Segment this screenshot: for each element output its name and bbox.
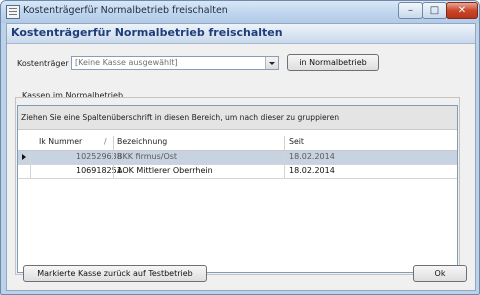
table-row[interactable]: 106918251 AOK Mittlerer Oberrhein 18.02.… xyxy=(18,165,457,179)
row-indicator xyxy=(18,165,31,178)
close-button[interactable]: ✕ xyxy=(446,2,478,19)
cell-divider xyxy=(284,151,285,164)
cell-ik: 102529638 xyxy=(76,152,122,161)
maximize-icon: □ xyxy=(429,5,440,16)
minimize-button[interactable]: – xyxy=(398,2,423,19)
window: Kostenträgerfür Normalbetrieb freischalt… xyxy=(0,0,480,295)
column-header-bezeichnung[interactable]: Bezeichnung xyxy=(117,137,167,146)
back-to-test-button[interactable]: Markierte Kasse zurück auf Testbetrieb xyxy=(23,265,207,282)
cell-divider xyxy=(284,165,285,178)
dialog-header-title: Kostenträgerfür Normalbetrieb freischalt… xyxy=(11,26,283,39)
table-row[interactable]: 102529638 BKK firmus/Ost 18.02.2014 xyxy=(18,151,457,165)
cell-divider xyxy=(113,151,114,164)
in-normalbetrieb-button[interactable]: in Normalbetrieb xyxy=(287,54,379,71)
maximize-button[interactable]: □ xyxy=(422,2,447,19)
app-icon xyxy=(6,5,20,19)
column-header-row: Ik Nummer / Bezeichnung Seit xyxy=(18,136,457,151)
minimize-icon: – xyxy=(408,5,413,16)
kostentraeger-combobox[interactable]: [Keine Kasse ausgewählt] xyxy=(71,56,279,70)
column-header-ik[interactable]: Ik Nummer xyxy=(39,137,82,146)
chevron-down-icon[interactable] xyxy=(265,57,278,69)
cell-seit: 18.02.2014 xyxy=(289,152,335,161)
cell-bezeichnung: BKK firmus/Ost xyxy=(117,152,178,161)
ok-button[interactable]: Ok xyxy=(413,265,467,282)
column-header-seit[interactable]: Seit xyxy=(289,137,304,146)
kostentraeger-label: Kostenträger xyxy=(17,59,69,68)
dialog-header: Kostenträgerfür Normalbetrieb freischalt… xyxy=(7,24,475,44)
row-indicator xyxy=(18,151,31,164)
cell-divider xyxy=(113,165,114,178)
column-divider[interactable] xyxy=(113,136,114,150)
column-sort-indicator[interactable]: / xyxy=(104,137,107,146)
group-by-hint: Ziehen Sie eine Spaltenüberschrift in di… xyxy=(21,113,340,122)
title-bar[interactable]: Kostenträgerfür Normalbetrieb freischalt… xyxy=(1,1,479,23)
dialog-body: Kostenträgerfür Normalbetrieb freischalt… xyxy=(6,23,476,291)
group-by-area[interactable]: Ziehen Sie eine Spaltenüberschrift in di… xyxy=(18,106,457,130)
cell-bezeichnung: AOK Mittlerer Oberrhein xyxy=(117,166,213,175)
kassen-grid: Ziehen Sie eine Spaltenüberschrift in di… xyxy=(17,105,458,273)
cell-ik: 106918251 xyxy=(76,166,122,175)
column-divider[interactable] xyxy=(284,136,285,150)
combo-value: [Keine Kasse ausgewählt] xyxy=(75,58,178,67)
cell-seit: 18.02.2014 xyxy=(289,166,335,175)
kassen-groupbox: Ziehen Sie eine Spaltenüberschrift in di… xyxy=(15,97,460,275)
current-row-arrow-icon xyxy=(22,154,26,160)
window-title: Kostenträgerfür Normalbetrieb freischalt… xyxy=(23,5,228,16)
close-icon: ✕ xyxy=(457,5,467,16)
